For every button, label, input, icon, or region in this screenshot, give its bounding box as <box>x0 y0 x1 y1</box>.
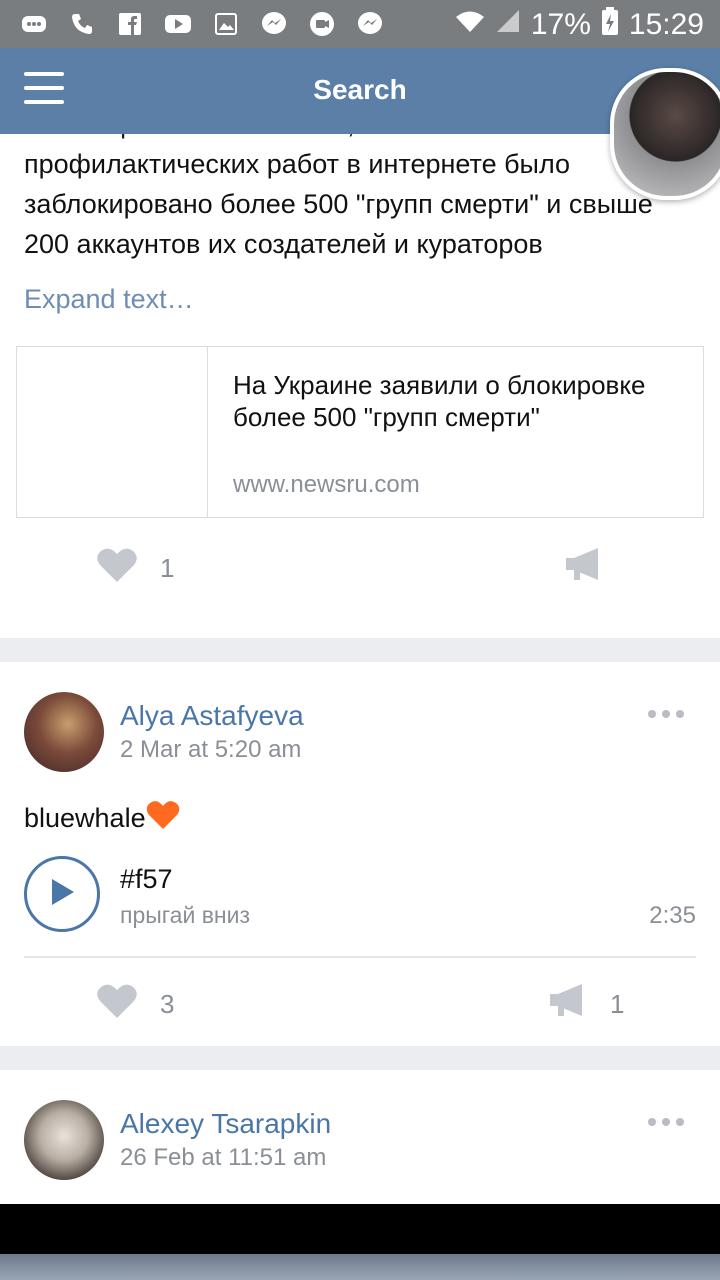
status-bar: 17% 15:29 <box>0 0 720 48</box>
post-image-preview[interactable] <box>0 1254 720 1280</box>
battery-icon <box>601 6 619 44</box>
like-button[interactable]: 1 <box>96 546 174 591</box>
more-options-icon[interactable] <box>648 710 684 718</box>
megaphone-icon <box>548 982 588 1027</box>
more-options-icon[interactable] <box>648 1118 684 1126</box>
megaphone-icon <box>564 546 604 591</box>
post-card: В полиции Киева заявили, что после профи… <box>0 134 720 638</box>
avatar[interactable] <box>24 1100 104 1180</box>
floating-profile-avatar[interactable] <box>610 68 720 200</box>
repost-count: 1 <box>610 989 625 1019</box>
news-feed[interactable]: В полиции Киева заявили, что после профи… <box>0 134 720 1204</box>
expand-text-link[interactable]: Expand text… <box>24 284 194 315</box>
battery-percent: 17% <box>530 8 591 41</box>
link-url: www.newsru.com <box>233 471 420 498</box>
media-black-area <box>0 1204 720 1254</box>
clock: 15:29 <box>628 8 704 41</box>
post-date: 2 Mar at 5:20 am <box>120 736 302 763</box>
youtube-icon <box>164 10 192 38</box>
post-text-content: bluewhale <box>24 803 146 833</box>
heart-emoji-icon <box>146 800 180 837</box>
viber-icon <box>308 10 336 38</box>
audio-duration: 2:35 <box>649 902 696 929</box>
post-text: профилактических работ в интернете было … <box>24 149 653 259</box>
link-attachment[interactable]: На Украине заявили о блокировке более 50… <box>16 346 704 518</box>
repost-button[interactable]: 1 <box>548 982 624 1027</box>
like-count: 3 <box>160 989 175 1019</box>
messenger-icon <box>260 10 288 38</box>
gallery-icon <box>212 10 240 38</box>
page-title: Search <box>313 74 407 105</box>
avatar[interactable] <box>24 692 104 772</box>
post-card: Alexey Tsarapkin 26 Feb at 11:51 am <box>0 1070 720 1204</box>
wifi-icon <box>455 8 485 42</box>
repost-button[interactable] <box>564 546 604 591</box>
heart-icon <box>96 982 138 1027</box>
heart-icon <box>96 546 138 591</box>
divider <box>24 956 696 958</box>
phone-icon <box>68 10 96 38</box>
facebook-icon <box>116 10 144 38</box>
post-text: bluewhale <box>24 800 180 837</box>
like-count: 1 <box>160 553 175 583</box>
audio-play-button[interactable] <box>24 856 100 932</box>
link-thumbnail <box>17 347 208 517</box>
post-author[interactable]: Alya Astafyeva <box>120 700 304 732</box>
post-text-clipped: В полиции Киева заявили, что после <box>24 134 696 144</box>
chat-icon <box>20 10 48 38</box>
post-author[interactable]: Alexey Tsarapkin <box>120 1108 331 1140</box>
messenger-icon <box>356 10 384 38</box>
audio-artist: прыгай вниз <box>120 902 251 928</box>
link-title: На Украине заявили о блокировке более 50… <box>233 370 646 432</box>
signal-icon <box>495 8 521 42</box>
post-card: Alya Astafyeva 2 Mar at 5:20 am bluewhal… <box>0 662 720 1046</box>
like-button[interactable]: 3 <box>96 982 174 1027</box>
audio-title: #f57 <box>120 864 173 894</box>
play-icon <box>48 877 76 912</box>
post-date: 26 Feb at 11:51 am <box>120 1144 327 1171</box>
